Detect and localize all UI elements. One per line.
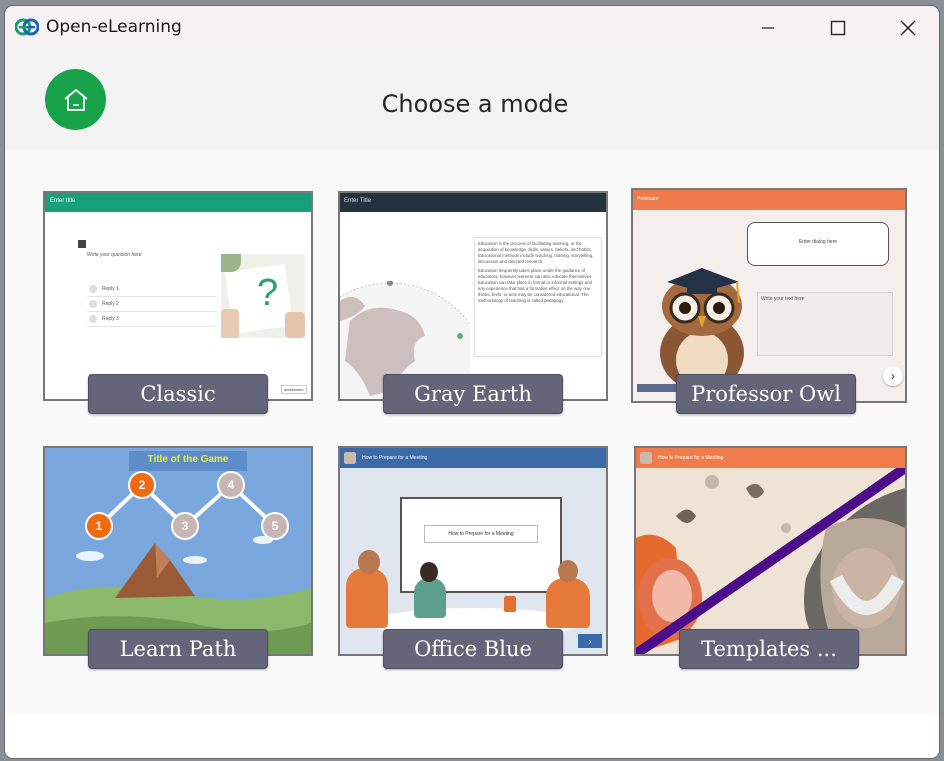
mode-label-learn-path: Learn Path xyxy=(88,629,268,669)
preview-paragraph-1: Education is the process of facilitating… xyxy=(478,241,594,264)
step-number: 1 xyxy=(95,519,103,533)
speech-bubble: Enter dialog here xyxy=(747,222,889,266)
preview-question: Write your question here xyxy=(87,252,142,258)
mode-card-professor-owl[interactable]: Professor Enter dialog here Write your t… xyxy=(631,188,907,414)
mode-preview-professor-owl[interactable]: Professor Enter dialog here Write your t… xyxy=(631,188,907,403)
screen-text: How to Prepare for a Meeting xyxy=(424,525,538,543)
radio-icon xyxy=(89,300,97,308)
step-number: 4 xyxy=(227,478,235,492)
reply-label: Reply 3 xyxy=(102,316,119,322)
app-window: Open-eLearning Choose a mode Enter title… xyxy=(5,6,939,758)
open-elearning-logo-icon xyxy=(15,18,39,36)
preview-title-bar xyxy=(45,193,311,212)
question-mark-icon: ? xyxy=(257,272,279,314)
mode-label-templates: Templates ... xyxy=(679,629,859,669)
preview-title: How to Prepare for a Meeting xyxy=(362,455,428,461)
mode-preview-learn-path[interactable]: Title of the Game 1 2 3 4 5 xyxy=(43,446,313,656)
mode-card-office-blue[interactable]: How to Prepare for a Meeting How to Prep… xyxy=(338,446,608,669)
mode-card-templates[interactable]: How to Prepare for a Meeting Templates .… xyxy=(634,446,907,669)
preview-title-bar xyxy=(340,193,606,212)
title-bar[interactable]: Open-eLearning xyxy=(5,6,939,50)
window-title: Open-eLearning xyxy=(46,17,182,37)
mode-card-gray-earth[interactable]: Enter Title Education is the process of … xyxy=(338,191,608,414)
learn-path-illustration xyxy=(45,448,311,654)
preview-text-area: Write your text here xyxy=(757,292,893,356)
mode-label-professor-owl: Professor Owl xyxy=(676,374,856,414)
reply-label: Reply 2 xyxy=(102,301,119,307)
preview-title: Title of the Game xyxy=(147,454,229,465)
preview-replies: Reply 1 Reply 2 Reply 3 xyxy=(87,283,217,327)
avatar xyxy=(344,452,356,464)
preview-dialog: Enter dialog here xyxy=(798,239,838,245)
question-illustration: ? xyxy=(221,254,305,338)
person-illustration xyxy=(414,578,446,618)
step-number: 3 xyxy=(181,519,189,533)
reply-label: Reply 1 xyxy=(102,286,119,292)
preview-paragraph-2: Education frequently takes place under t… xyxy=(478,268,593,303)
maximize-icon xyxy=(830,20,846,36)
preview-title: Enter Title xyxy=(344,198,372,204)
templates-illustration xyxy=(636,468,905,654)
preview-action-button: addduction xyxy=(281,385,307,394)
owl-illustration xyxy=(660,268,744,388)
close-icon xyxy=(900,20,916,36)
radio-icon xyxy=(89,315,97,323)
page-title: Choose a mode xyxy=(381,90,569,118)
mode-label-office-blue: Office Blue xyxy=(383,629,563,669)
mode-grid: Enter title Write your question here Rep… xyxy=(5,150,939,713)
preview-title: Enter title xyxy=(50,198,76,204)
mode-label-gray-earth: Gray Earth xyxy=(383,374,563,414)
preview-title: Professor xyxy=(637,196,659,202)
footer xyxy=(5,713,939,758)
preview-text-box: Education is the process of facilitating… xyxy=(474,237,602,357)
minimize-button[interactable] xyxy=(733,6,803,50)
person-head xyxy=(358,550,380,574)
step-number: 5 xyxy=(271,519,279,533)
step-number: 2 xyxy=(138,478,146,492)
radio-icon xyxy=(89,285,97,293)
minimize-icon xyxy=(762,27,774,29)
next-arrow-icon: › xyxy=(578,634,602,648)
mode-preview-office-blue[interactable]: How to Prepare for a Meeting How to Prep… xyxy=(338,446,608,656)
mode-preview-classic[interactable]: Enter title Write your question here Rep… xyxy=(43,191,313,401)
preview-title: How to Prepare for a Meeting xyxy=(658,455,724,461)
plant-pot xyxy=(504,596,516,612)
next-arrow-icon: › xyxy=(883,366,903,386)
person-illustration xyxy=(346,568,388,628)
header: Choose a mode xyxy=(5,50,939,150)
move-handle-icon xyxy=(78,240,86,248)
mode-preview-templates[interactable]: How to Prepare for a Meeting xyxy=(634,446,907,656)
mode-label-classic: Classic xyxy=(88,374,268,414)
avatar xyxy=(640,452,652,464)
person-head xyxy=(558,560,578,582)
mode-card-learn-path[interactable]: Title of the Game 1 2 3 4 5 Learn Path xyxy=(43,446,313,669)
books-illustration xyxy=(637,384,677,392)
preview-text: Write your text here xyxy=(761,296,805,302)
mode-preview-gray-earth[interactable]: Enter Title Education is the process of … xyxy=(338,191,608,401)
maximize-button[interactable] xyxy=(803,6,873,50)
person-head xyxy=(420,562,438,582)
close-button[interactable] xyxy=(873,6,939,50)
preview-title-bar xyxy=(633,190,905,210)
mode-card-classic[interactable]: Enter title Write your question here Rep… xyxy=(43,191,313,414)
person-illustration xyxy=(546,578,590,628)
